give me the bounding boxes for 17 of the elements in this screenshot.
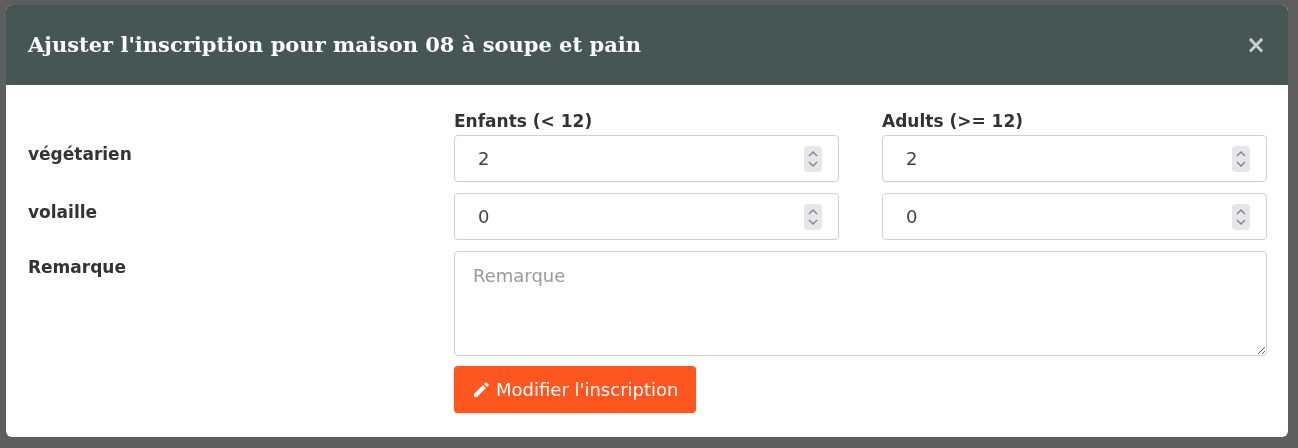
row-label: volaille [28, 201, 98, 225]
remark-label: Remarque [28, 256, 127, 279]
number-field[interactable]: 2 [454, 135, 839, 182]
spinner-icon[interactable] [1232, 203, 1250, 230]
close-button[interactable]: × [1245, 33, 1266, 57]
remark-field[interactable]: Remarque [454, 251, 1267, 356]
spinner-icon[interactable] [1232, 145, 1250, 172]
spinner-icon[interactable] [804, 203, 822, 230]
row-label: végétarien [28, 143, 132, 167]
number-field[interactable]: 0 [882, 193, 1267, 240]
number-field[interactable]: 2 [882, 135, 1267, 182]
pencil-icon [472, 380, 490, 399]
column-header: Adults (>= 12) [882, 112, 1025, 130]
dialog-title: Ajuster l'inscription pour maison 08 à soupe et pain [28, 31, 642, 60]
column-header: Enfants (< 12) [454, 112, 594, 130]
number-field[interactable]: 0 [454, 193, 839, 240]
spinner-icon[interactable] [804, 145, 822, 172]
